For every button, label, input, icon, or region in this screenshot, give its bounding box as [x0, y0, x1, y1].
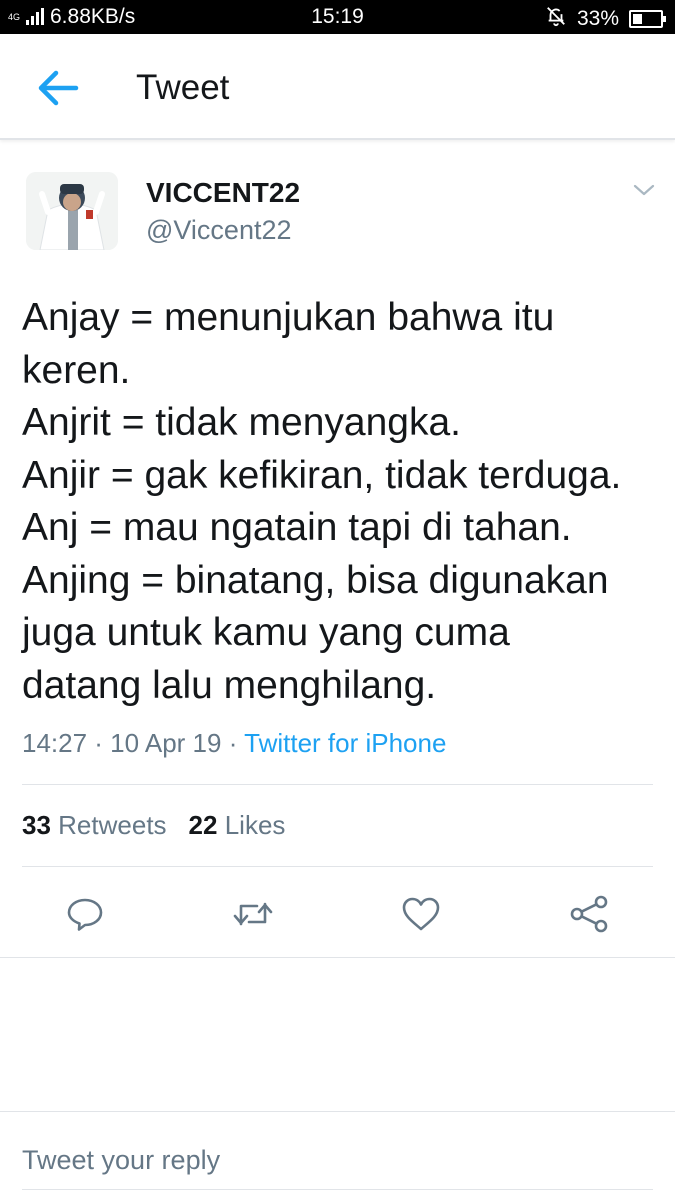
app-header: Tweet: [0, 34, 675, 140]
divider: [0, 957, 675, 958]
tweet-text-line: Anjrit = tidak menyangka.: [22, 401, 461, 444]
chevron-down-icon: [633, 184, 655, 196]
tweet-options-button[interactable]: [630, 180, 658, 200]
tweet-detail-screen: 4G 6.88KB/s 15:19 33% Tweet VICCENT22 @V…: [0, 0, 675, 1200]
like-button[interactable]: [399, 892, 443, 936]
avatar[interactable]: [26, 172, 118, 250]
user-handle[interactable]: @Viccent22: [146, 215, 292, 246]
display-name[interactable]: VICCENT22: [146, 177, 300, 209]
retweet-button[interactable]: [231, 892, 275, 936]
retweet-label: Retweets: [58, 810, 167, 840]
like-count: 22: [188, 810, 218, 840]
retweet-icon: [233, 902, 273, 926]
tweet-source-link[interactable]: Twitter for iPhone: [244, 728, 446, 758]
tweet-stats: 33 Retweets 22 Likes: [22, 810, 285, 841]
arrow-left-icon: [38, 70, 79, 106]
tweet-text: Anjay = menunjukan bahwa itu keren. Anjr…: [22, 292, 662, 712]
like-label: Likes: [224, 810, 286, 840]
tweet-text-line: juga untuk kamu yang cuma: [22, 611, 510, 654]
battery-fill: [633, 14, 642, 24]
back-button[interactable]: [30, 66, 86, 110]
retweet-count: 33: [22, 810, 51, 840]
tweet-meta: 14:27 · 10 Apr 19 · Twitter for iPhone: [22, 728, 446, 759]
status-right: 33%: [545, 5, 666, 33]
share-button[interactable]: [567, 892, 611, 936]
retweets-stat[interactable]: 33 Retweets: [22, 810, 167, 841]
divider: [22, 866, 653, 867]
tweet-text-line: Anjing = binatang, bisa digunakan: [22, 558, 609, 602]
tweet-timestamp: 14:27 · 10 Apr 19: [22, 728, 222, 758]
reply-button[interactable]: [63, 892, 107, 936]
tweet-text-line: Anjir = gak kefikiran, tidak terduga.: [22, 453, 622, 497]
mute-bell-icon: [545, 5, 567, 33]
tweet-text-line: keren.: [22, 348, 131, 392]
battery-percent: 33%: [576, 7, 619, 30]
divider: [0, 1111, 675, 1112]
like-icon: [402, 897, 440, 931]
status-bar: 4G 6.88KB/s 15:19 33%: [0, 0, 675, 34]
tweet-text-line: Anjay = menunjukan bahwa itu: [22, 296, 555, 339]
tweet-text-line: Anj = mau ngatain tapi di tahan.: [22, 506, 572, 549]
tweet-text-line: datang lalu menghilang.: [22, 663, 437, 707]
share-icon: [570, 895, 608, 933]
meta-separator: ·: [221, 728, 245, 758]
page-title: Tweet: [136, 68, 230, 107]
reply-icon: [67, 898, 103, 931]
battery-icon: [629, 10, 666, 28]
divider: [22, 784, 653, 785]
reply-underline: [22, 1189, 653, 1190]
likes-stat[interactable]: 22 Likes: [189, 810, 286, 841]
reply-input[interactable]: [22, 1138, 653, 1182]
